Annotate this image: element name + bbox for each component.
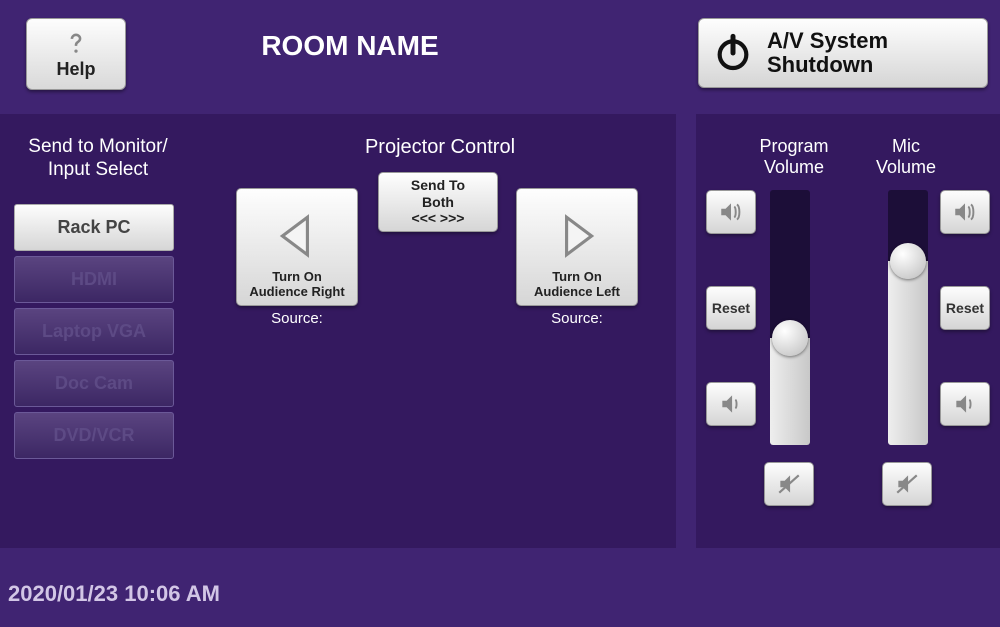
program-volume-reset-button[interactable]: Reset (706, 286, 756, 330)
mic-volume-title: Mic Volume (856, 136, 956, 177)
input-select-title: Send to Monitor/ Input Select (18, 136, 178, 182)
mic-volume-down-button[interactable] (940, 382, 990, 426)
speaker-loud-icon (718, 199, 744, 225)
triangle-right-icon (552, 211, 602, 261)
send-to-both-button[interactable]: Send To Both <<< >>> (378, 172, 498, 232)
triangle-left-icon (272, 211, 322, 261)
mic-volume-column: Reset (848, 190, 1000, 520)
input-item-laptop-vga[interactable]: Laptop VGA (14, 308, 174, 355)
mic-volume-up-button[interactable] (940, 190, 990, 234)
mic-volume-mute-button[interactable] (882, 462, 932, 506)
program-volume-thumb[interactable] (772, 320, 808, 356)
volume-panel: Program Volume Mic Volume Reset Reset (696, 114, 1000, 548)
input-select-list: Rack PC HDMI Laptop VGA Doc Cam DVD/VCR (14, 204, 174, 464)
program-volume-up-button[interactable] (706, 190, 756, 234)
input-item-doc-cam[interactable]: Doc Cam (14, 360, 174, 407)
program-volume-column: Reset (696, 190, 848, 520)
speaker-soft-icon (718, 391, 744, 417)
input-item-hdmi[interactable]: HDMI (14, 256, 174, 303)
header: Help ROOM NAME A/V System Shutdown (0, 0, 1000, 100)
speaker-loud-icon (952, 199, 978, 225)
projector-right-source-label: Source: (516, 310, 638, 327)
main-panel: Send to Monitor/ Input Select Rack PC HD… (0, 114, 676, 548)
projector-audience-right-button[interactable]: Turn On Audience Right (236, 188, 358, 306)
room-title: ROOM NAME (0, 30, 700, 62)
speaker-mute-icon (776, 471, 802, 497)
mic-volume-slider[interactable] (888, 190, 928, 445)
input-item-rack-pc[interactable]: Rack PC (14, 204, 174, 251)
program-volume-down-button[interactable] (706, 382, 756, 426)
footer-timestamp: 2020/01/23 10:06 AM (8, 581, 220, 607)
program-volume-title: Program Volume (744, 136, 844, 177)
mic-volume-thumb[interactable] (890, 243, 926, 279)
projector-control-title: Projector Control (230, 136, 650, 159)
shutdown-button[interactable]: A/V System Shutdown (698, 18, 988, 88)
shutdown-label: A/V System Shutdown (767, 29, 888, 77)
power-icon (713, 33, 753, 73)
projector-left-source-label: Source: (236, 310, 358, 327)
input-item-dvd-vcr[interactable]: DVD/VCR (14, 412, 174, 459)
mic-volume-reset-button[interactable]: Reset (940, 286, 990, 330)
speaker-soft-icon (952, 391, 978, 417)
program-volume-slider[interactable] (770, 190, 810, 445)
speaker-mute-icon (894, 471, 920, 497)
projector-audience-left-button[interactable]: Turn On Audience Left (516, 188, 638, 306)
program-volume-mute-button[interactable] (764, 462, 814, 506)
